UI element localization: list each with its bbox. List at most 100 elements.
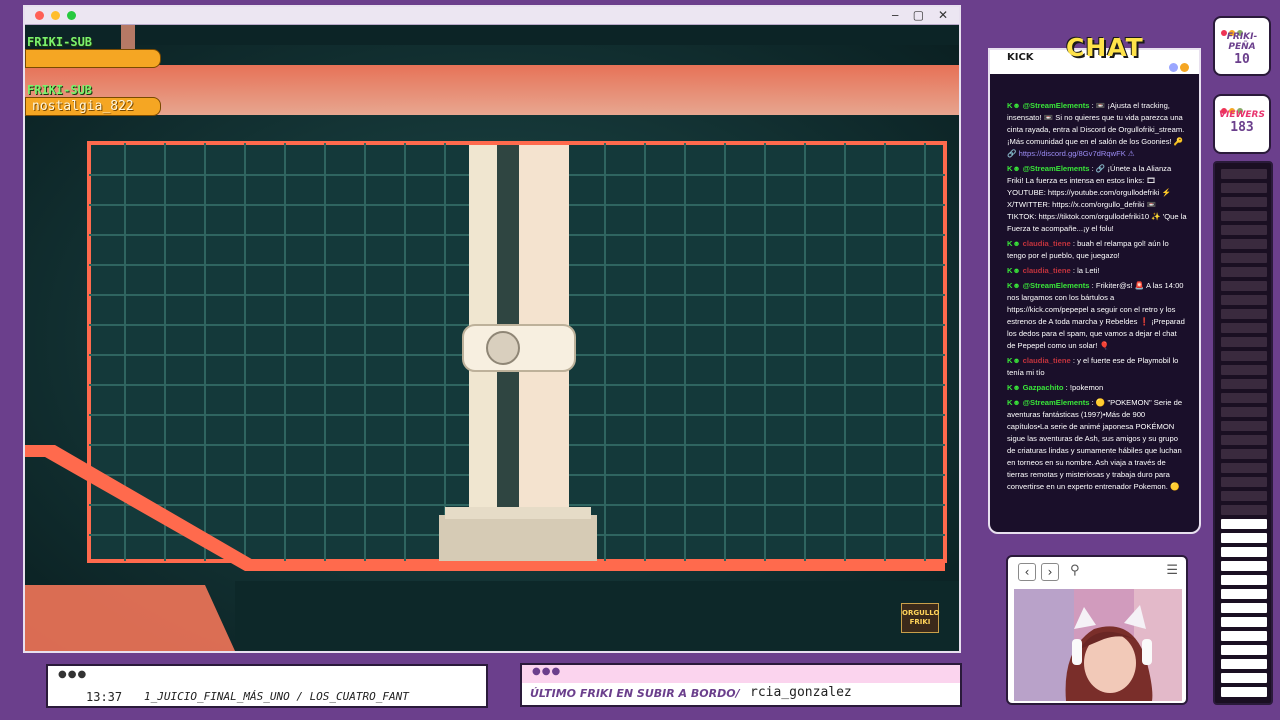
chat-text: : 🟡 "POKEMON" Serie de aventuras fantást… <box>1007 398 1183 491</box>
kick-badge-icon: K☻ <box>1007 398 1021 407</box>
level-segment <box>1221 561 1267 571</box>
window-controls[interactable]: ‒ ▢ ✕ <box>891 8 953 22</box>
window-dots: ●●● <box>532 666 562 677</box>
chat-message: K☻ Gazpachito : !pokemon <box>1007 382 1187 394</box>
kick-badge-icon: K☻ <box>1007 164 1021 173</box>
level-segment <box>1221 211 1267 221</box>
viewers-count: 183 <box>1230 120 1254 135</box>
level-segment <box>1221 365 1267 375</box>
chat-username[interactable]: claudia_tiene <box>1023 266 1071 275</box>
level-segment <box>1221 617 1267 627</box>
video-frame-image <box>25 25 959 651</box>
level-segment <box>1221 337 1267 347</box>
chat-message: K☻ @StreamElements : Frikiter@s! 🚨 A las… <box>1007 280 1187 352</box>
last-friki-bar: ●●● ÚLTIMO FRIKI EN SUBIR A BORDO/ rcia_… <box>520 663 962 707</box>
level-segment <box>1221 225 1267 235</box>
level-segment <box>1221 267 1267 277</box>
viewers-title: VIEWERS <box>1219 110 1265 120</box>
last-friki-titlebar: ●●● <box>522 665 960 683</box>
sub-alert: FRIKI-SUB <box>25 35 161 68</box>
level-segment <box>1221 323 1267 333</box>
kick-badge-icon: K☻ <box>1007 281 1021 290</box>
chat-title: CHAT <box>1066 33 1144 62</box>
chat-message-list[interactable]: K☻ @StreamElements : 📼 ¡Ajusta el tracki… <box>1007 100 1187 496</box>
kick-badge-icon: K☻ <box>1007 239 1021 248</box>
chat-message: K☻ @StreamElements : 📼 ¡Ajusta el tracki… <box>1007 100 1187 160</box>
dot-icon <box>1169 63 1178 72</box>
level-segment <box>1221 631 1267 641</box>
level-segment <box>1221 463 1267 473</box>
clock-time: 13:37 <box>86 690 123 704</box>
level-segment <box>1221 351 1267 361</box>
level-segment <box>1221 239 1267 249</box>
level-segment <box>1221 449 1267 459</box>
level-segment <box>1221 547 1267 557</box>
webcam-window: ‹ › ⚲ ☰ <box>1006 555 1188 705</box>
level-segment <box>1221 589 1267 599</box>
level-segment <box>1221 309 1267 319</box>
window-titlebar: ‒ ▢ ✕ <box>25 7 959 25</box>
chat-message: K☻ claudia_tiene : y el fuerte ese de Pl… <box>1007 355 1187 379</box>
forward-arrow-icon[interactable]: › <box>1041 563 1059 581</box>
level-segment <box>1221 393 1267 403</box>
level-segment <box>1221 673 1267 683</box>
kick-badge-icon: K☻ <box>1007 356 1021 365</box>
chat-username[interactable]: claudia_tiene <box>1023 239 1071 248</box>
chat-link[interactable]: https://discord.gg/8Gv7dRqwFK ⚠ <box>1019 149 1135 158</box>
sub-alert-bar: nostalgia_822 <box>25 97 161 116</box>
kick-badge-icon: K☻ <box>1007 266 1021 275</box>
minimize-dot-icon[interactable] <box>51 11 60 20</box>
chat-text: : 🔗 ¡Únete a la Alianza Friki! La fuerza… <box>1007 164 1187 233</box>
chat-text: : !pokemon <box>1065 383 1104 392</box>
sub-alert-label: FRIKI-SUB <box>27 35 93 49</box>
level-segment <box>1221 407 1267 417</box>
last-friki-name: rcia_gonzalez <box>750 685 852 700</box>
video-scene: FRIKI-SUB FRIKI-SUB nostalgia_822 ORGULL… <box>25 25 959 651</box>
chat-username[interactable]: @StreamElements <box>1023 101 1090 110</box>
chat-username[interactable]: Gazpachito <box>1023 383 1064 392</box>
chat-text: : Frikiter@s! 🚨 A las 14:00 nos largamos… <box>1007 281 1185 350</box>
level-segment <box>1221 421 1267 431</box>
chat-username[interactable]: @StreamElements <box>1023 164 1090 173</box>
sub-alert: FRIKI-SUB nostalgia_822 <box>25 83 161 116</box>
level-segment <box>1221 435 1267 445</box>
level-segment <box>1221 575 1267 585</box>
level-segment <box>1221 169 1267 179</box>
chat-text: : la Leti! <box>1072 266 1100 275</box>
webcam-feed <box>1014 589 1182 701</box>
level-segment <box>1221 197 1267 207</box>
level-segment <box>1221 295 1267 305</box>
window-dots: ●●● <box>58 669 88 680</box>
level-segment <box>1221 253 1267 263</box>
channel-logo: ORGULLO FRIKI <box>901 603 939 633</box>
level-segment <box>1221 603 1267 613</box>
webcam-nav-bar: ‹ › ⚲ ☰ <box>1008 557 1186 587</box>
chat-username[interactable]: @StreamElements <box>1023 281 1090 290</box>
search-icon[interactable]: ⚲ <box>1070 563 1080 578</box>
level-segment <box>1221 659 1267 669</box>
level-segment <box>1221 519 1267 529</box>
last-friki-label: ÚLTIMO FRIKI EN SUBIR A BORDO/ <box>530 687 740 700</box>
menu-icon[interactable]: ☰ <box>1166 563 1178 578</box>
video-window: ‒ ▢ ✕ FRIKI-SUB FRIKI-SUB nostalgia_822 … <box>23 5 961 653</box>
level-segment <box>1221 505 1267 515</box>
level-segment <box>1221 379 1267 389</box>
level-segment <box>1221 645 1267 655</box>
now-playing-bar: ●●● 13:37 1_JUICIO_FINAL_MÁS_UNO / LOS_C… <box>46 664 488 708</box>
chat-header-dots <box>1167 57 1189 76</box>
kick-badge-icon: K☻ <box>1007 101 1021 110</box>
audio-level-meter <box>1213 161 1273 705</box>
level-segment <box>1221 533 1267 543</box>
back-arrow-icon[interactable]: ‹ <box>1018 563 1036 581</box>
close-dot-icon[interactable] <box>35 11 44 20</box>
level-segment <box>1221 281 1267 291</box>
kick-badge-icon: K☻ <box>1007 383 1021 392</box>
maximize-dot-icon[interactable] <box>67 11 76 20</box>
level-segment <box>1221 183 1267 193</box>
chat-message: K☻ @StreamElements : 🟡 "POKEMON" Serie d… <box>1007 397 1187 493</box>
level-segment <box>1221 477 1267 487</box>
level-segment <box>1221 687 1267 697</box>
platform-label: KICK <box>1007 52 1034 63</box>
chat-username[interactable]: @StreamElements <box>1023 398 1090 407</box>
chat-username[interactable]: claudia_tiene <box>1023 356 1071 365</box>
